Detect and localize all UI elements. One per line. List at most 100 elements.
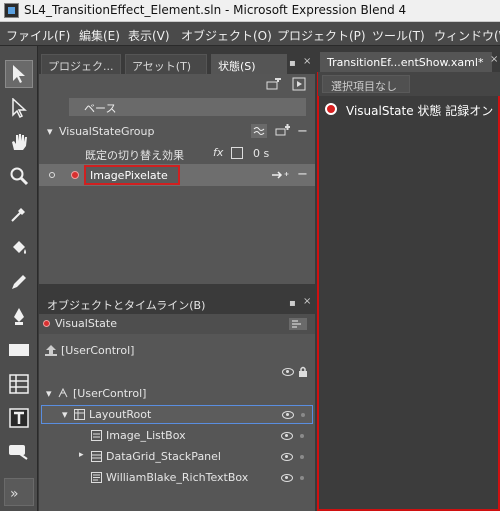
eye-icon[interactable]	[282, 411, 294, 419]
text-icon	[9, 408, 29, 428]
eye-icon[interactable]	[281, 453, 293, 461]
tree-row-child[interactable]: Image_ListBox	[39, 426, 315, 446]
breadcrumb-selector[interactable]: 選択項目なし	[322, 75, 410, 93]
pen-tool[interactable]	[5, 302, 33, 330]
lock-dot-icon[interactable]	[301, 413, 305, 417]
blend-app-icon	[4, 3, 19, 18]
easing-function-icon[interactable]: fx	[213, 146, 223, 159]
eyedropper-tool[interactable]	[5, 200, 33, 228]
pan-hand-icon	[12, 134, 27, 150]
lock-icon[interactable]	[298, 366, 308, 378]
state-radio-icon[interactable]	[49, 172, 55, 178]
scope-up-icon[interactable]	[45, 344, 57, 356]
recording-dot-icon	[43, 320, 50, 327]
expand-toolbox-button[interactable]	[4, 478, 34, 506]
close-icon[interactable]: ×	[490, 54, 498, 65]
scope-root-label[interactable]: [UserControl]	[61, 344, 134, 357]
selection-arrow-icon	[13, 65, 25, 83]
design-surface[interactable]	[317, 72, 500, 511]
transition-preview-icon[interactable]	[291, 76, 307, 92]
easing-box-icon[interactable]	[231, 147, 243, 159]
eye-icon[interactable]	[281, 474, 293, 482]
child-label: Image_ListBox	[106, 429, 186, 442]
base-state-row[interactable]: ベース	[69, 98, 306, 116]
lock-dot-icon[interactable]	[300, 476, 304, 480]
delete-group-icon[interactable]: −	[297, 124, 308, 139]
rectangle-tool[interactable]	[5, 336, 33, 364]
add-state-icon[interactable]	[275, 124, 291, 138]
tree-row-layoutroot[interactable]: ▾ LayoutRoot	[41, 405, 313, 424]
tab-assets[interactable]: アセット(T)	[125, 54, 207, 74]
menu-project[interactable]: プロジェクト(P)	[277, 27, 366, 44]
tab-states[interactable]: 状態(S)	[211, 54, 287, 74]
expand-child-triangle-icon[interactable]: ▸	[79, 450, 84, 460]
expand-root-triangle-icon[interactable]: ▾	[46, 387, 52, 400]
tree-row-child[interactable]: ▸ DataGrid_StackPanel	[39, 447, 315, 467]
default-transition-row: 既定の切り替え効果 fx 0 s	[39, 144, 315, 164]
pencil-tool[interactable]	[5, 268, 33, 296]
child-label: DataGrid_StackPanel	[106, 450, 221, 463]
timeline-toggle-icon[interactable]	[289, 318, 307, 330]
grid-tool[interactable]	[5, 370, 33, 398]
zoom-tool[interactable]	[5, 162, 33, 190]
pen-icon	[14, 308, 24, 325]
current-state-bar: VisualState	[39, 314, 315, 334]
title-bar: SL4_TransitionEffect_Element.sln - Micro…	[0, 0, 500, 22]
easing-icon[interactable]	[251, 124, 267, 138]
zoom-icon	[10, 167, 29, 186]
no-selection-label: 選択項目なし	[331, 80, 397, 93]
listbox-icon	[91, 430, 102, 441]
add-transition-icon[interactable]	[271, 169, 289, 181]
menu-bar: ファイル(F) 編集(E) 表示(V) オブジェクト(O) プロジェクト(P) …	[0, 22, 500, 46]
collapse-triangle-icon[interactable]: ▾	[47, 125, 53, 138]
pin-icon[interactable]: ▪	[289, 298, 296, 309]
delete-state-icon[interactable]: −	[297, 167, 308, 182]
record-indicator-icon[interactable]	[325, 103, 337, 115]
pan-tool[interactable]	[5, 128, 33, 156]
direct-selection-tool[interactable]	[5, 94, 33, 122]
lock-dot-icon[interactable]	[300, 455, 304, 459]
text-tool[interactable]	[5, 404, 33, 432]
grid-icon	[9, 374, 29, 394]
state-group-name: VisualStateGroup	[59, 125, 155, 138]
tree-root-usercontrol[interactable]: [UserControl]	[73, 387, 146, 400]
states-panel: ベース ▾ VisualStateGroup − 既定の切り替え効果 fx 0 …	[39, 74, 315, 284]
state-name-input[interactable]	[84, 165, 180, 185]
document-toolbar: 選択項目なし	[318, 72, 500, 96]
eyedropper-icon	[11, 208, 25, 222]
tab-projects[interactable]: プロジェク...	[41, 54, 121, 74]
menu-window[interactable]: ウィンドウ(W)	[434, 27, 500, 44]
selection-tool[interactable]	[5, 60, 33, 88]
current-state-label: VisualState	[55, 317, 117, 330]
add-state-group-icon[interactable]	[266, 78, 282, 92]
layoutroot-label: LayoutRoot	[89, 408, 152, 421]
menu-file[interactable]: ファイル(F)	[6, 27, 70, 44]
base-state-label: ベース	[84, 102, 117, 115]
menu-edit[interactable]: 編集(E)	[79, 27, 120, 44]
close-icon[interactable]: ×	[303, 56, 311, 67]
grid-panel-icon	[74, 409, 85, 420]
state-row-imagepixelate[interactable]: −	[39, 164, 315, 186]
left-tab-strip: プロジェク... アセット(T) 状態(S) ▪ ×	[39, 52, 315, 74]
close-icon[interactable]: ×	[303, 296, 311, 307]
expand-layoutroot-triangle-icon[interactable]: ▾	[62, 408, 68, 421]
tab-projects-label: プロジェク...	[48, 60, 114, 73]
lock-dot-icon[interactable]	[300, 434, 304, 438]
eye-icon[interactable]	[281, 432, 293, 440]
recording-status-text: VisualState 状態 記録オン	[346, 104, 494, 118]
tree-row-child[interactable]: WilliamBlake_RichTextBox	[39, 468, 315, 488]
assets-tool[interactable]	[5, 438, 33, 466]
menu-object[interactable]: オブジェクト(O)	[181, 27, 272, 44]
state-group-row[interactable]: ▾ VisualStateGroup −	[39, 122, 315, 142]
paint-bucket-tool[interactable]	[5, 234, 33, 262]
pin-icon[interactable]: ▪	[289, 58, 296, 69]
rectangle-icon	[9, 344, 29, 356]
richtextbox-icon	[91, 472, 102, 483]
menu-view[interactable]: 表示(V)	[128, 27, 170, 44]
default-transition-duration[interactable]: 0 s	[253, 147, 269, 160]
menu-tools[interactable]: ツール(T)	[372, 27, 425, 44]
eye-icon[interactable]	[282, 368, 294, 376]
tab-document[interactable]: TransitionEf...entShow.xaml*	[320, 52, 492, 72]
window-title: SL4_TransitionEffect_Element.sln - Micro…	[24, 3, 407, 17]
expand-chevron-icon: »	[10, 486, 19, 502]
